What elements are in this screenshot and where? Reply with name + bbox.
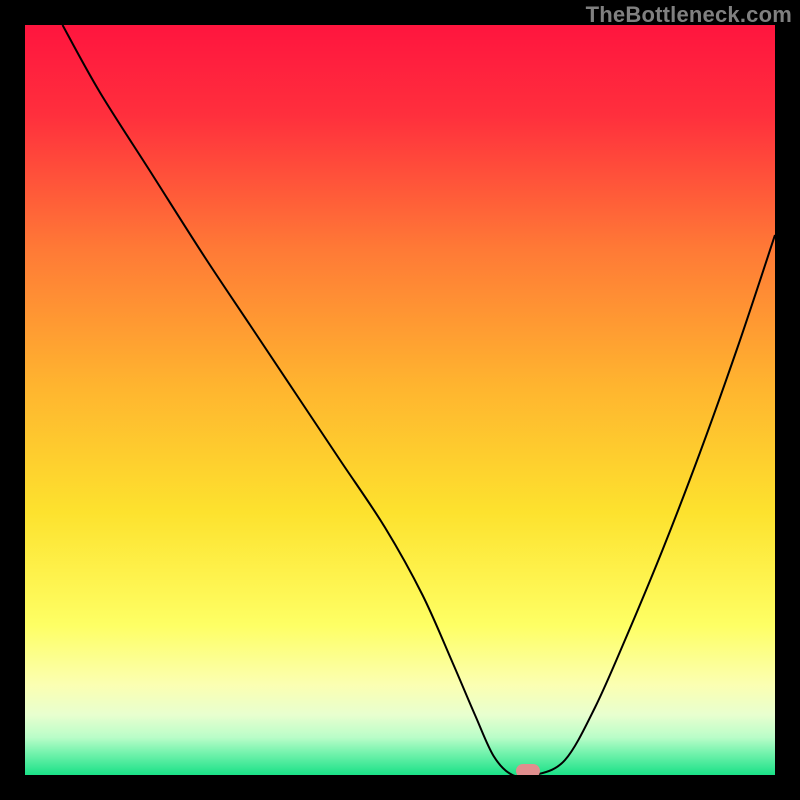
watermark-text: TheBottleneck.com	[586, 2, 792, 28]
plot-area	[25, 25, 775, 775]
bottleneck-curve	[25, 25, 775, 775]
optimal-point-marker	[516, 764, 540, 775]
chart-frame: TheBottleneck.com	[0, 0, 800, 800]
